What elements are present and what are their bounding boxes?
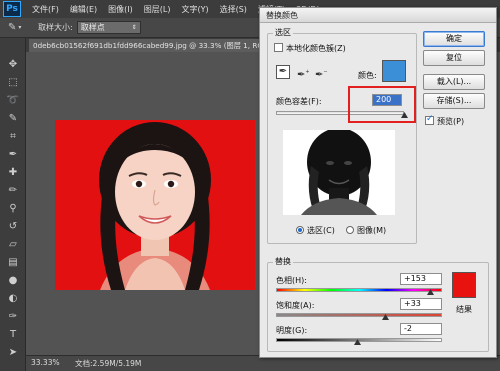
canvas-photo (55, 120, 255, 290)
preview-checkbox[interactable] (425, 114, 434, 125)
result-color-swatch[interactable] (452, 272, 476, 298)
chevron-updown-icon: ⇕ (131, 24, 137, 31)
document-tab[interactable]: 0deb6cb01562f691db1fdd966cabed99.jpg @ 3… (29, 39, 265, 52)
highlight-box (348, 86, 416, 123)
save-button[interactable]: 存储(S)... (423, 93, 485, 109)
marquee-tool-icon[interactable]: ⬚ (5, 76, 21, 90)
saturation-slider-thumb[interactable] (382, 314, 390, 320)
view-image-radio[interactable] (346, 226, 354, 234)
reset-button[interactable]: 复位 (423, 50, 485, 66)
tools-panel: ✥ ⬚ ➰ ✎ ⌗ ✒ ✚ ✏ ⚲ ↺ ▱ ▤ ● ◐ ✑ T ➤ (0, 38, 26, 371)
portrait-image (55, 120, 255, 290)
eyedropper-icon[interactable]: ✒ (276, 65, 290, 79)
selection-preview (283, 130, 395, 215)
clone-stamp-tool-icon[interactable]: ⚲ (5, 202, 21, 216)
quick-select-tool-icon[interactable]: ✎ (5, 112, 21, 126)
localized-clusters-checkbox[interactable] (274, 43, 283, 52)
load-button[interactable]: 载入(L)... (423, 74, 485, 90)
saturation-input[interactable]: +33 (400, 298, 442, 310)
hue-label: 色相(H): (276, 276, 307, 285)
eyedropper-minus-icon[interactable]: ✒− (314, 65, 328, 80)
eyedropper-icon: ✎ (8, 22, 17, 33)
selection-color-swatch[interactable] (382, 60, 406, 82)
eyedropper-plus-icon[interactable]: ✒+ (296, 65, 310, 80)
ok-button[interactable]: 确定 (423, 31, 485, 47)
blur-tool-icon[interactable]: ● (5, 274, 21, 288)
color-label: 颜色: (358, 71, 377, 80)
view-image-label: 图像(M) (357, 226, 387, 235)
selection-legend: 选区 (273, 27, 293, 38)
fuzziness-label: 颜色容差(F): (276, 97, 322, 106)
localized-clusters-label: 本地化颜色簇(Z) (286, 44, 346, 53)
move-tool-icon[interactable]: ✥ (5, 58, 21, 72)
type-tool-icon[interactable]: T (5, 328, 21, 342)
pen-tool-icon[interactable]: ✑ (5, 310, 21, 324)
chevron-down-icon: ▾ (18, 24, 22, 31)
eyedropper-tool-icon[interactable]: ✒ (5, 148, 21, 162)
selection-mask-image (283, 130, 395, 215)
replace-color-dialog: 替换颜色 选区 本地化颜色簇(Z) ✒ ✒+ ✒− 颜色: 颜色容差(F): 2… (259, 7, 497, 358)
lightness-input[interactable]: -2 (400, 323, 442, 335)
dodge-tool-icon[interactable]: ◐ (5, 292, 21, 306)
document-size-info[interactable]: 文档:2.59M/5.19M (75, 358, 141, 369)
replacement-legend: 替换 (273, 256, 293, 267)
menu-layer[interactable]: 图层(L) (144, 4, 171, 15)
lasso-tool-icon[interactable]: ➰ (5, 94, 21, 108)
menu-image[interactable]: 图像(I) (108, 4, 133, 15)
saturation-slider[interactable] (276, 313, 442, 317)
result-label: 结果 (456, 305, 472, 314)
menu-file[interactable]: 文件(F) (32, 4, 59, 15)
crop-tool-icon[interactable]: ⌗ (5, 130, 21, 144)
path-select-tool-icon[interactable]: ➤ (5, 346, 21, 360)
view-selection-label: 选区(C) (307, 226, 335, 235)
sample-size-value: 取样点 (80, 23, 105, 32)
zoom-readout[interactable]: 33.33% (31, 358, 65, 369)
history-brush-tool-icon[interactable]: ↺ (5, 220, 21, 234)
lightness-label: 明度(G): (276, 326, 308, 335)
eraser-tool-icon[interactable]: ▱ (5, 238, 21, 252)
brush-tool-icon[interactable]: ✏ (5, 184, 21, 198)
hue-slider-thumb[interactable] (426, 289, 434, 295)
saturation-label: 饱和度(A): (276, 301, 315, 310)
sample-size-label: 取样大小: (38, 23, 73, 32)
preview-label: 预览(P) (437, 117, 465, 126)
healing-brush-tool-icon[interactable]: ✚ (5, 166, 21, 180)
lightness-slider-thumb[interactable] (353, 339, 361, 345)
gradient-tool-icon[interactable]: ▤ (5, 256, 21, 270)
hue-slider[interactable] (276, 288, 442, 292)
tool-preset-picker[interactable]: ✎ ▾ (8, 21, 30, 35)
dialog-title: 替换颜色 (260, 8, 496, 23)
menu-type[interactable]: 文字(Y) (181, 4, 208, 15)
view-selection-radio[interactable] (296, 226, 304, 234)
sample-size-select[interactable]: 取样点 ⇕ (76, 21, 141, 34)
menu-edit[interactable]: 编辑(E) (70, 4, 97, 15)
menu-select[interactable]: 选择(S) (220, 4, 247, 15)
hue-input[interactable]: +153 (400, 273, 442, 285)
photoshop-logo: Ps (3, 1, 21, 17)
